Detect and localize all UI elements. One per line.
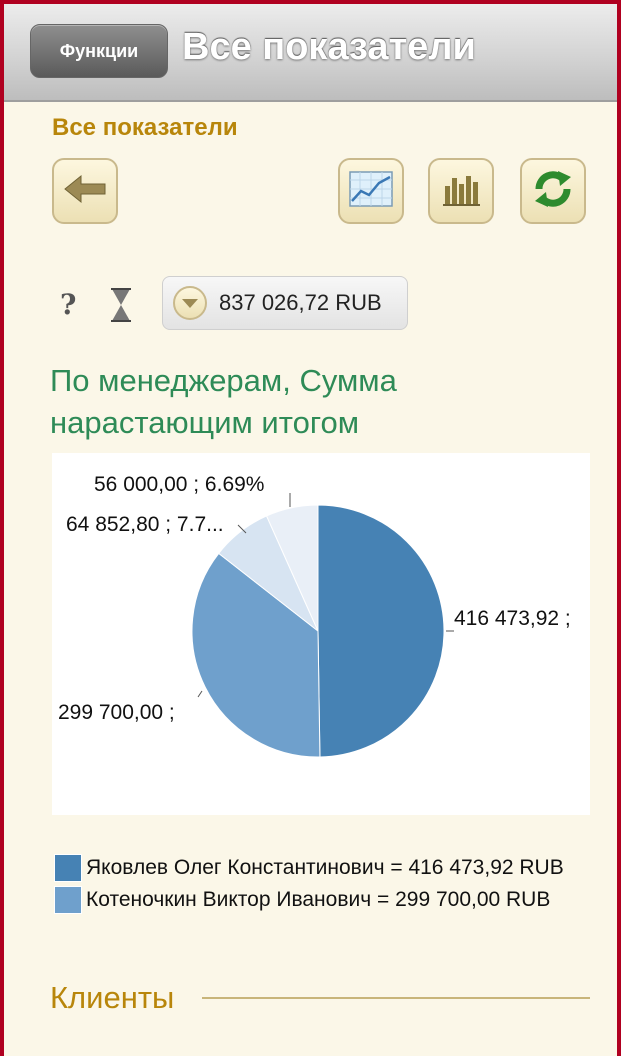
pie-slice[interactable] <box>317 504 445 758</box>
legend-item: Котеночкин Виктор Иванович = 299 700,00 … <box>54 884 590 916</box>
pie-data-label: 56 000,00 ; 6.69% <box>94 473 264 496</box>
pie-chart[interactable]: 416 473,92 ; 299 700,00 ; 64 852,80 ; 7.7.… <box>52 453 590 815</box>
section-divider <box>202 997 590 999</box>
clients-section-title: Клиенты <box>50 980 175 1015</box>
top-bar: Функции Все показатели <box>4 4 617 102</box>
pie-label-leader <box>197 690 203 698</box>
pie-data-label: 416 473,92 ; <box>454 607 571 630</box>
legend-item: Яковлев Олег Константинович = 416 473,92… <box>54 852 590 884</box>
legend-text: Яковлев Олег Константинович = 416 473,92… <box>86 856 564 879</box>
amount-value: 837 026,72 RUB <box>219 290 382 315</box>
help-button[interactable]: ? <box>60 288 76 321</box>
bar-chart-icon <box>441 172 481 211</box>
functions-button[interactable]: Функции <box>30 24 168 78</box>
chart-title: По менеджерам, Сумма нарастающим итогом <box>50 363 397 440</box>
legend-swatch <box>54 854 82 882</box>
chevron-down-icon <box>173 286 207 320</box>
hourglass-icon <box>110 288 132 329</box>
legend-swatch <box>54 886 82 914</box>
page-title: Все показатели <box>182 26 476 68</box>
refresh-button[interactable] <box>520 158 586 224</box>
back-button[interactable] <box>52 158 118 224</box>
line-chart-button[interactable] <box>338 158 404 224</box>
back-arrow-icon <box>63 174 107 209</box>
amount-selector[interactable]: 837 026,72 RUB <box>162 276 408 330</box>
pie-data-label: 299 700,00 ; <box>58 701 175 724</box>
chart-legend: Яковлев Олег Константинович = 416 473,92… <box>54 852 590 916</box>
line-chart-icon <box>349 170 393 212</box>
bar-chart-button[interactable] <box>428 158 494 224</box>
app-frame: Функции Все показатели Все показатели ? … <box>0 0 621 1056</box>
pie-chart-svg: 416 473,92 ; 299 700,00 ; 64 852,80 ; 7.7.… <box>58 473 571 758</box>
legend-text: Котеночкин Виктор Иванович = 299 700,00 … <box>86 888 551 911</box>
refresh-icon <box>531 167 575 216</box>
pie-data-label: 64 852,80 ; 7.7... <box>66 513 224 536</box>
section-title: Все показатели <box>52 114 238 141</box>
